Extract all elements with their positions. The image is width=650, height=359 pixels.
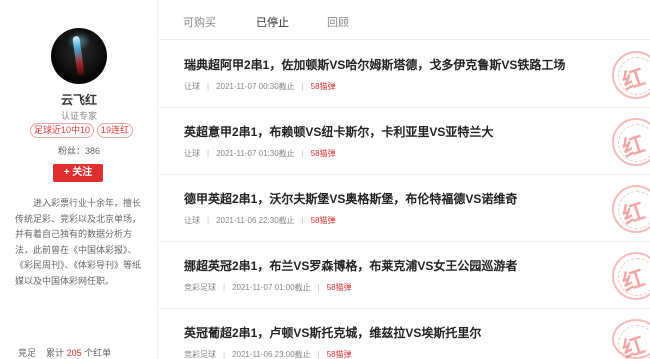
stat-count: 205 (66, 348, 82, 358)
article-price: 58猫弹 (326, 350, 352, 359)
article-time: 2021-11-07 00:30截止 (216, 82, 295, 91)
stat-row: 竞足 累计 205 个红单 (18, 346, 111, 359)
stat-prefix: 竞足 (18, 348, 37, 358)
avatar[interactable] (51, 28, 107, 84)
expert-name: 云飞红 (60, 93, 97, 107)
tab-available[interactable]: 可购买 (183, 14, 216, 30)
article-meta: 让球 | 2021-11-07 00:30截止 | 58猫弹 (184, 82, 336, 91)
tab-review[interactable]: 回顾 (327, 14, 349, 30)
win-stamp-icon: 红 (612, 51, 650, 99)
article-category: 竞彩足球 (184, 350, 216, 359)
fans-count: 粉丝：386 (57, 146, 101, 156)
tag-streak: 19连红 (97, 123, 134, 138)
article-category: 让球 (184, 216, 200, 225)
main-content: 可购买 已停止 回顾 瑞典超阿甲2串1，佐加顿斯VS哈尔姆斯塔德，戈多伊克鲁斯V… (159, 0, 650, 359)
article-item[interactable]: 挪超英冠2串1，布兰VS罗森博格，布莱克浦VS女王公园巡游者 竞彩足球 | 2021… (159, 242, 650, 309)
article-price: 58猫弹 (310, 216, 336, 225)
article-item[interactable]: 英冠葡超2串1，卢顿VS斯托克城，维兹拉VS埃斯托里尔 竞彩足球 | 2021-11… (159, 309, 650, 359)
tab-stopped[interactable]: 已停止 (256, 14, 289, 30)
article-category: 竞彩足球 (184, 283, 216, 292)
article-price: 58猫弹 (310, 149, 336, 158)
follow-button[interactable]: + 关注 (53, 164, 103, 182)
article-item[interactable]: 英超意甲2串1，布赖顿VS纽卡斯尔，卡利亚里VS亚特兰大 让球 | 2021-11-… (159, 108, 650, 175)
article-category: 让球 (184, 149, 200, 158)
article-title[interactable]: 英冠葡超2串1，卢顿VS斯托克城，维兹拉VS埃斯托里尔 (184, 324, 481, 341)
article-time: 2021-11-07 01:00截止 (232, 283, 311, 292)
expert-bio: 进入彩票行业十余年，擅长传统足彩、竞彩以及北京单场，并有着自己独有的数据分析方法… (15, 198, 142, 286)
tag-win-rate: 足球近10中10 (30, 123, 95, 138)
stat-suffix: 个红单 (84, 348, 112, 358)
article-meta: 竞彩足球 | 2021-11-07 01:00截止 | 58猫弹 (184, 283, 352, 292)
article-price: 58猫弹 (310, 82, 336, 91)
article-time: 2021-11-06 22:30截止 (216, 216, 295, 225)
tab-bar: 可购买 已停止 回顾 (159, 0, 650, 40)
win-stamp-icon: 红 (612, 252, 650, 300)
win-stamp-icon: 红 (612, 319, 650, 359)
article-title[interactable]: 瑞典超阿甲2串1，佐加顿斯VS哈尔姆斯塔德，戈多伊克鲁斯VS铁路工场 (184, 56, 565, 73)
expert-tags: 足球近10中10 19连红 (30, 123, 134, 138)
article-time: 2021-11-07 01:30截止 (216, 149, 295, 158)
article-meta: 让球 | 2021-11-06 22:30截止 | 58猫弹 (184, 216, 336, 225)
article-item[interactable]: 瑞典超阿甲2串1，佐加顿斯VS哈尔姆斯塔德，戈多伊克鲁斯VS铁路工场 让球 | 20… (159, 41, 650, 108)
article-title[interactable]: 英超意甲2串1，布赖顿VS纽卡斯尔，卡利亚里VS亚特兰大 (184, 123, 493, 140)
article-category: 让球 (184, 82, 200, 91)
article-title[interactable]: 德甲英超2串1，沃尔夫斯堡VS奥格斯堡，布伦特福德VS诺维奇 (184, 190, 517, 207)
article-meta: 竞彩足球 | 2021-11-06 23:00截止 | 58猫弹 (184, 350, 352, 359)
article-item[interactable]: 德甲英超2串1，沃尔夫斯堡VS奥格斯堡，布伦特福德VS诺维奇 让球 | 2021-1… (159, 175, 650, 242)
stat-mid: 累计 (46, 348, 65, 358)
article-meta: 让球 | 2021-11-07 01:30截止 | 58猫弹 (184, 149, 336, 158)
expert-level: 认证专家 (60, 111, 97, 121)
article-price: 58猫弹 (326, 283, 352, 292)
win-stamp-icon: 红 (612, 185, 650, 233)
article-title[interactable]: 挪超英冠2串1，布兰VS罗森博格，布莱克浦VS女王公园巡游者 (184, 257, 517, 274)
article-time: 2021-11-06 23:00截止 (232, 350, 311, 359)
profile-sidebar: 云飞红 认证专家 足球近10中10 19连红 粉丝：386 + 关注 进入彩票行… (0, 0, 158, 359)
win-stamp-icon: 红 (612, 118, 650, 166)
